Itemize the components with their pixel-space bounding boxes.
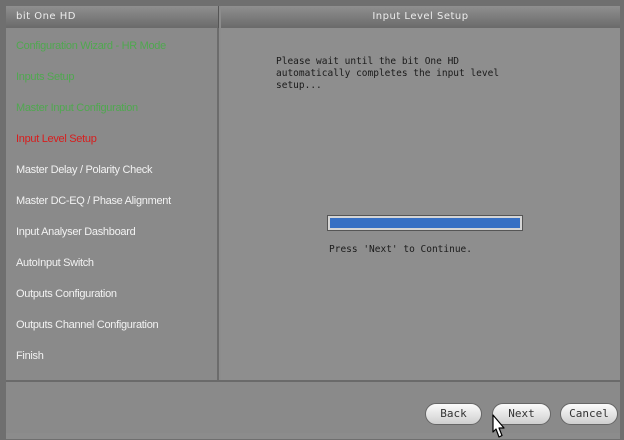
step-autoinput-switch[interactable]: AutoInput Switch — [16, 257, 94, 269]
step-master-delay-polarity-check[interactable]: Master Delay / Polarity Check — [16, 164, 152, 176]
cancel-button[interactable]: Cancel — [560, 403, 618, 425]
step-finish[interactable]: Finish — [16, 350, 44, 362]
main-content-panel: Please wait until the bit One HD automat… — [221, 28, 620, 380]
step-master-dc-eq-phase-alignment[interactable]: Master DC-EQ / Phase Alignment — [16, 195, 171, 207]
step-outputs-channel-configuration[interactable]: Outputs Channel Configuration — [16, 319, 159, 331]
step-configuration-wizard[interactable]: Configuration Wizard - HR Mode — [16, 40, 166, 52]
mouse-pointer-icon — [492, 414, 505, 438]
step-input-analyser-dashboard[interactable]: Input Analyser Dashboard — [16, 226, 136, 238]
step-input-level-setup[interactable]: Input Level Setup — [16, 133, 97, 145]
page-title: Input Level Setup — [221, 6, 620, 28]
step-master-input-configuration[interactable]: Master Input Configuration — [16, 102, 138, 114]
wait-message: Please wait until the bit One HD automat… — [276, 56, 500, 91]
wizard-steps-sidebar: Configuration Wizard - HR Mode Inputs Se… — [6, 28, 219, 380]
continue-instruction: Press 'Next' to Continue. — [329, 244, 472, 255]
step-outputs-configuration[interactable]: Outputs Configuration — [16, 288, 117, 300]
app-title: bit One HD — [6, 6, 219, 28]
progress-bar-fill — [330, 218, 520, 228]
back-button[interactable]: Back — [425, 403, 482, 425]
step-inputs-setup[interactable]: Inputs Setup — [16, 71, 74, 83]
progress-bar — [327, 215, 523, 231]
